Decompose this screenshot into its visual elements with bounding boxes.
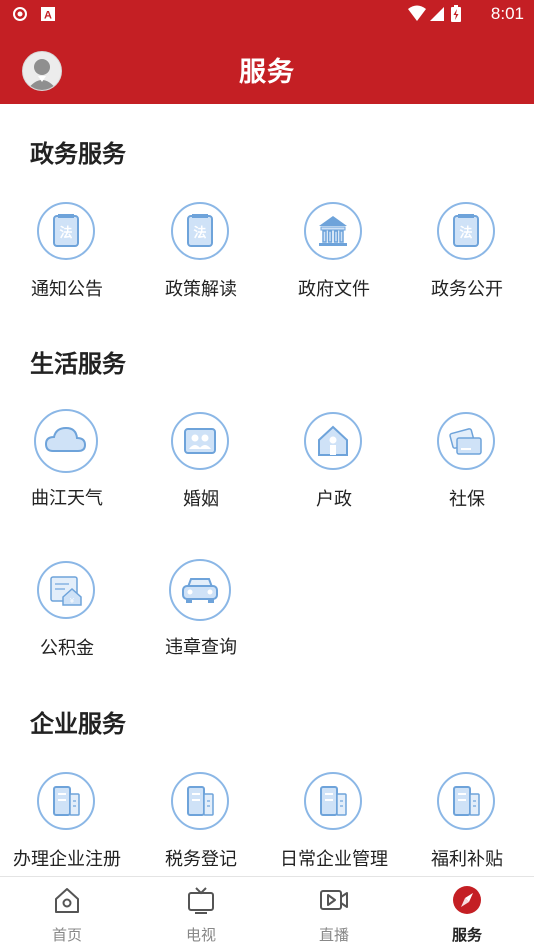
bottom-nav: 首页 电视 直播 服务	[0, 876, 534, 951]
service-item-gov-docs[interactable]: 政府文件	[267, 202, 401, 322]
service-item-label: 税务登记	[165, 849, 237, 870]
service-item-label: 通知公告	[31, 279, 103, 300]
law-book-icon: 法	[437, 202, 495, 260]
office-building-icon	[171, 772, 229, 830]
office-building-icon	[437, 772, 495, 830]
house-person-icon	[304, 412, 362, 470]
svg-text:法: 法	[459, 225, 472, 241]
svg-text:法: 法	[59, 225, 72, 241]
service-item-label: 社保	[449, 489, 485, 510]
government-building-icon	[304, 202, 362, 260]
section-title-gov: 政务服务	[30, 140, 126, 168]
nav-item-live[interactable]: 直播	[267, 877, 401, 951]
service-item-household[interactable]: 户政	[267, 412, 401, 532]
service-item-label: 户政	[316, 489, 352, 510]
compass-icon	[453, 886, 481, 914]
section-title-enterprise: 企业服务	[30, 710, 126, 738]
service-item-label: 违章查询	[165, 637, 237, 658]
housing-fund-icon: ¥	[37, 561, 95, 619]
text-notification-icon: A	[41, 7, 55, 22]
page-title: 服务	[239, 57, 295, 88]
nav-item-tv[interactable]: 电视	[134, 877, 268, 951]
svg-text:¥: ¥	[70, 597, 75, 605]
law-book-icon: 法	[37, 202, 95, 260]
app-header: 服务	[0, 28, 534, 104]
service-item-public-affairs[interactable]: 法 政务公开	[400, 202, 534, 322]
service-item-daily-management[interactable]: 日常企业管理	[267, 772, 401, 892]
nav-label: 服务	[451, 926, 482, 944]
service-item-label: 曲江天气	[31, 488, 103, 509]
status-time: 8:01	[490, 4, 524, 23]
live-video-icon	[320, 890, 348, 910]
tv-icon	[188, 887, 214, 914]
cloud-icon	[34, 409, 98, 473]
office-building-icon	[304, 772, 362, 830]
cards-icon	[437, 412, 495, 470]
status-icons	[408, 5, 461, 22]
home-icon	[55, 888, 79, 913]
nav-label: 电视	[185, 926, 216, 944]
battery-icon	[451, 5, 461, 22]
service-item-label: 婚姻	[183, 489, 219, 510]
law-book-icon: 法	[171, 202, 229, 260]
service-item-weather[interactable]: 曲江天气	[0, 409, 134, 531]
service-item-label: 日常企业管理	[280, 849, 388, 870]
nav-item-service[interactable]: 服务	[400, 877, 534, 951]
service-item-tax-registration[interactable]: 税务登记	[134, 772, 268, 892]
service-item-marriage[interactable]: 婚姻	[134, 412, 268, 532]
service-item-traffic-violation[interactable]: 违章查询	[134, 559, 268, 680]
office-building-icon	[37, 772, 95, 830]
nav-label: 首页	[51, 926, 82, 944]
car-icon	[169, 559, 231, 621]
service-item-label: 福利补贴	[431, 849, 503, 870]
service-item-enterprise-registration[interactable]: 办理企业注册	[0, 772, 134, 892]
svg-text:A: A	[44, 10, 52, 22]
service-item-label: 公积金	[40, 638, 94, 659]
service-item-notices[interactable]: 法 通知公告	[0, 202, 134, 322]
top-bar: A 8:01 服务	[0, 0, 534, 104]
service-item-label: 政策解读	[165, 279, 237, 300]
service-item-label: 政府文件	[298, 279, 370, 300]
nav-item-home[interactable]: 首页	[0, 877, 134, 951]
svg-text:法: 法	[193, 225, 206, 241]
app-notification-icon	[13, 7, 27, 21]
wifi-icon	[408, 5, 426, 21]
service-item-label: 政务公开	[431, 279, 503, 300]
nav-label: 直播	[318, 926, 349, 944]
section-title-life: 生活服务	[30, 350, 126, 378]
status-bar: A 8:01	[0, 0, 534, 28]
service-item-welfare-subsidy[interactable]: 福利补贴	[400, 772, 534, 892]
service-item-policy[interactable]: 法 政策解读	[134, 202, 268, 322]
signal-icon	[430, 7, 444, 21]
service-item-label: 办理企业注册	[13, 849, 121, 870]
service-item-social-security[interactable]: 社保	[400, 412, 534, 532]
service-item-housing-fund[interactable]: ¥ 公积金	[0, 561, 134, 681]
couple-icon	[171, 412, 229, 470]
